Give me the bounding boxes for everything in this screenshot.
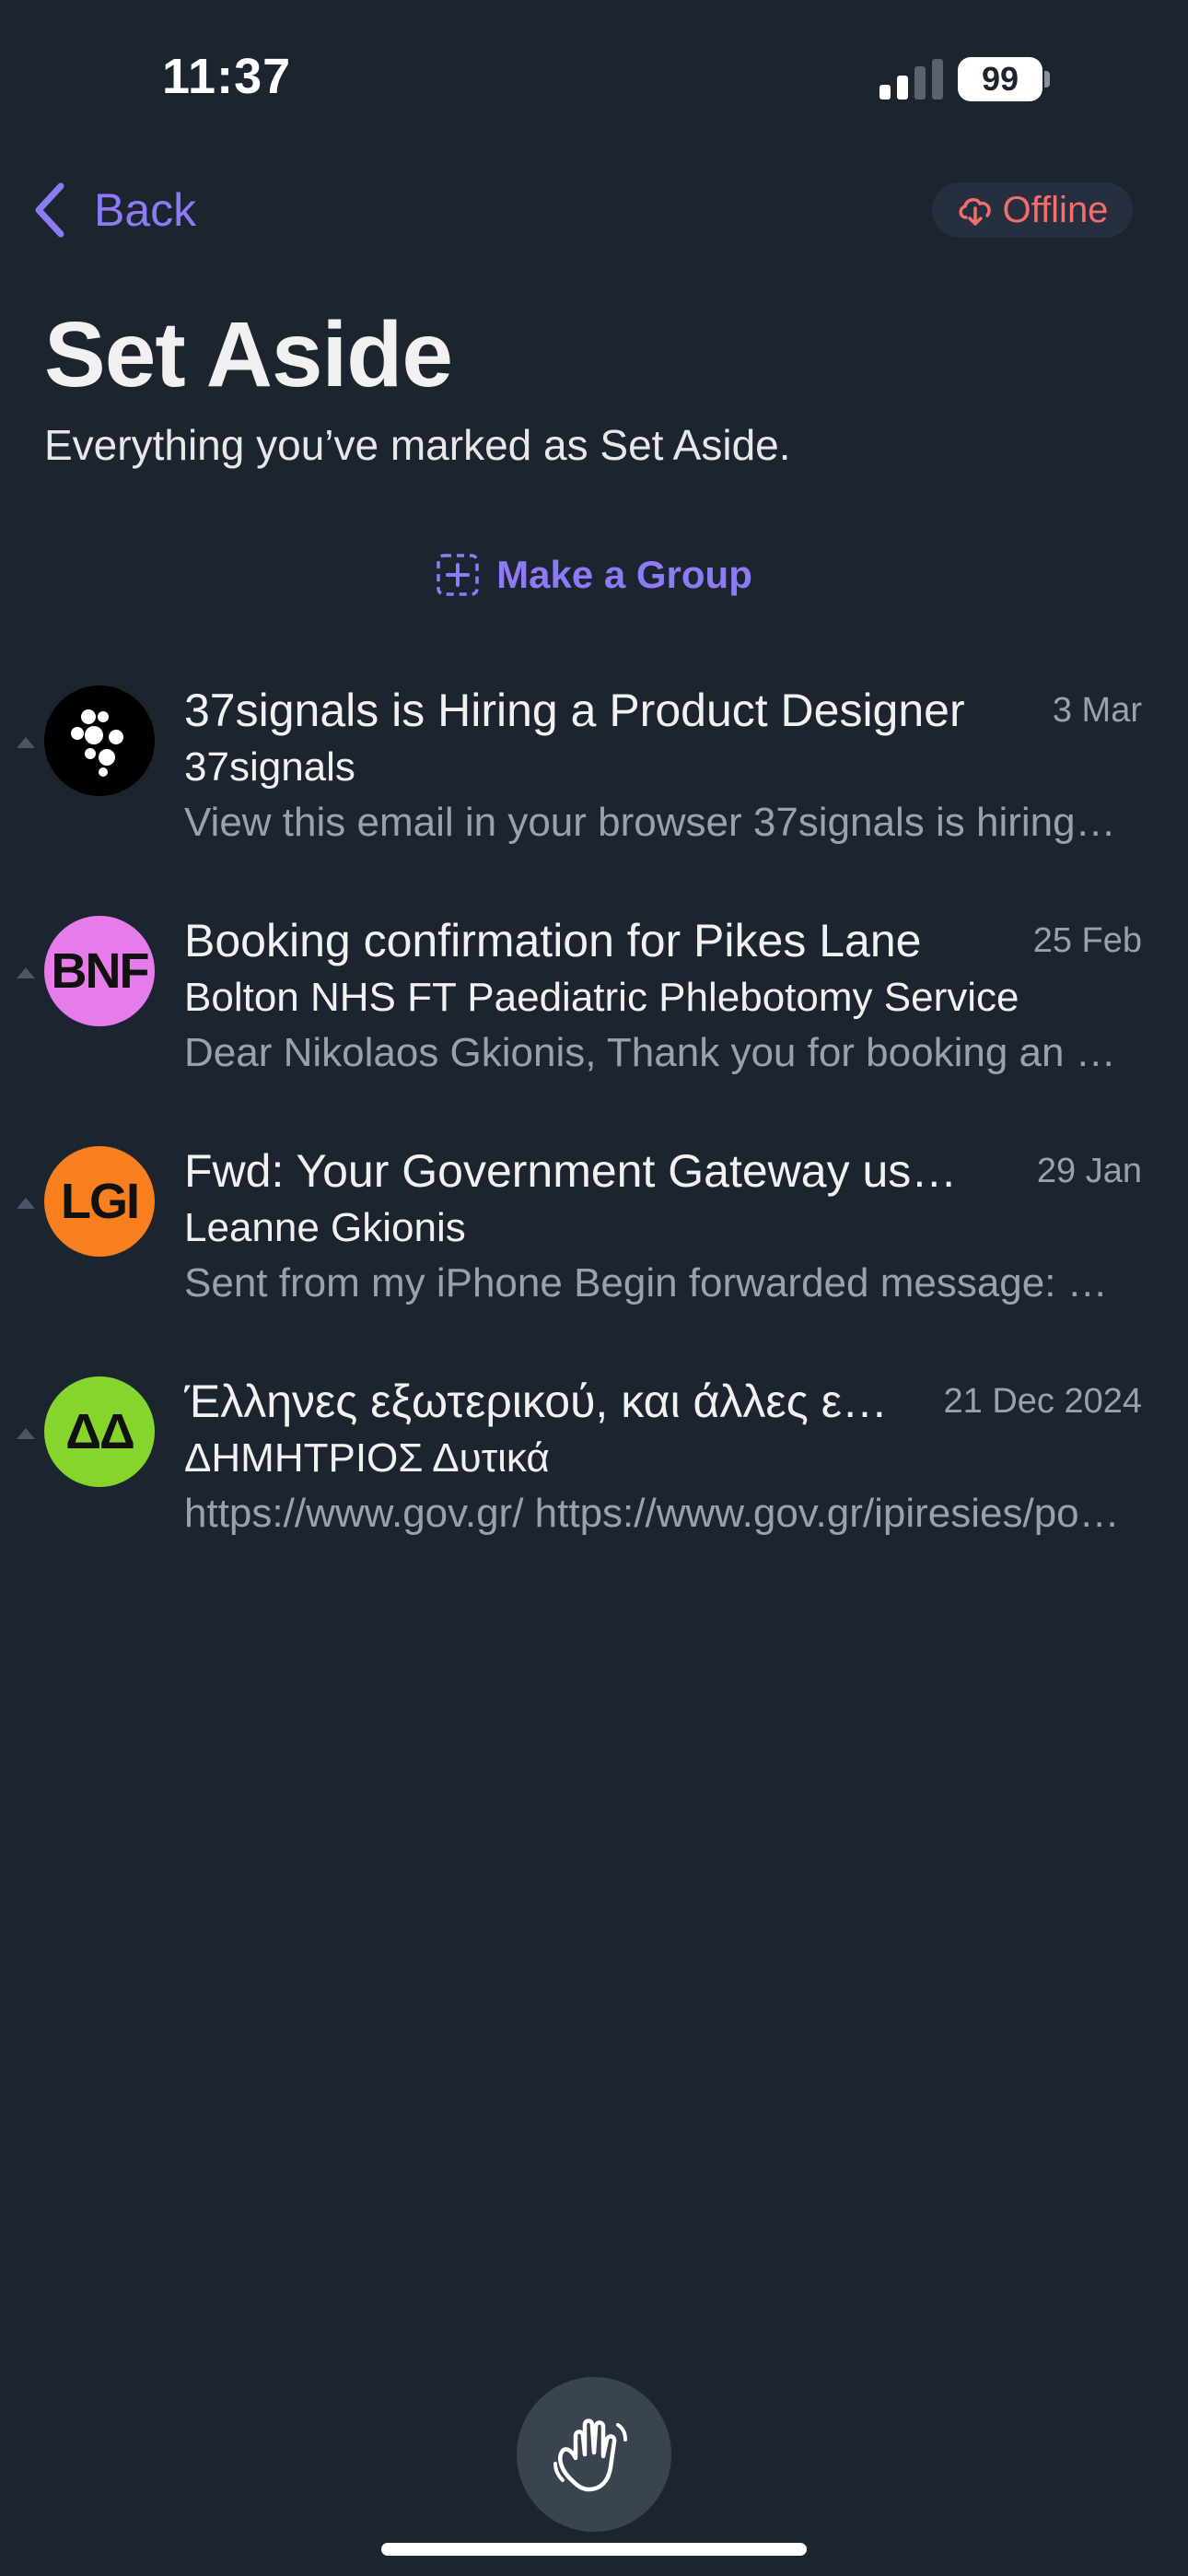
mail-subject: 37signals is Hiring a Product Designer [184, 685, 965, 736]
avatar: LGI [44, 1146, 155, 1257]
mail-date: 29 Jan [1036, 1152, 1142, 1190]
caret-up-icon [17, 1198, 35, 1209]
make-group-button[interactable]: Make a Group [0, 553, 1188, 597]
caret-up-icon [17, 1428, 35, 1439]
avatar [44, 685, 155, 796]
status-time: 11:37 [162, 49, 292, 104]
mail-preview: Dear Nikolaos Gkionis, Thank you for boo… [184, 1030, 1124, 1075]
mail-subject: Fwd: Your Government Gateway user ID [184, 1145, 976, 1197]
signal-icon [879, 59, 943, 100]
mail-date: 3 Mar [1052, 691, 1142, 730]
avatar: ΔΔ [44, 1376, 155, 1487]
wave-button[interactable] [517, 2377, 671, 2532]
mail-date: 25 Feb [1032, 921, 1142, 960]
mail-list: 37signals is Hiring a Product Designer 3… [0, 673, 1188, 1594]
caret-up-icon [17, 967, 35, 978]
make-group-label: Make a Group [496, 553, 752, 596]
page-title: Set Aside [44, 303, 453, 406]
mail-sender: Leanne Gkionis [184, 1205, 466, 1250]
back-button[interactable]: Back [33, 177, 196, 243]
cloud-download-icon [959, 198, 991, 226]
group-add-icon [437, 554, 479, 596]
mail-preview: Sent from my iPhone Begin forwarded mess… [184, 1260, 1124, 1306]
mail-preview: View this email in your browser 37signal… [184, 800, 1124, 845]
mail-date: 21 Dec 2024 [943, 1382, 1143, 1421]
battery-tip [1044, 71, 1050, 88]
offline-badge[interactable]: Offline [932, 182, 1133, 238]
page-subtitle: Everything you’ve marked as Set Aside. [44, 421, 791, 469]
back-label: Back [94, 184, 197, 236]
37signals-logo-icon [71, 709, 123, 777]
mail-sender: ΔΗΜΗΤΡΙΟΣ Δυτικά [184, 1435, 550, 1481]
mail-sender: 37signals [184, 744, 355, 790]
avatar: BNF [44, 916, 155, 1026]
list-item[interactable]: LGI Fwd: Your Government Gateway user ID… [0, 1133, 1188, 1364]
list-item[interactable]: ΔΔ Έλληνες εξωτερικού, και άλλες ενημερώ… [0, 1364, 1188, 1594]
caret-up-icon [17, 737, 35, 748]
mail-sender: Bolton NHS FT Paediatric Phlebotomy Serv… [184, 975, 1019, 1020]
mail-subject: Έλληνες εξωτερικού, και άλλες ενημερώσει… [184, 1376, 893, 1427]
chevron-left-icon [35, 182, 64, 238]
list-item[interactable]: BNF Booking confirmation for Pikes Lane … [0, 903, 1188, 1133]
offline-label: Offline [1002, 189, 1109, 230]
list-item[interactable]: 37signals is Hiring a Product Designer 3… [0, 673, 1188, 903]
home-indicator [381, 2543, 807, 2556]
status-bar: 11:37 99 [0, 0, 1188, 157]
battery-icon: 99 [958, 57, 1042, 101]
waving-hand-icon [553, 2418, 627, 2492]
mail-subject: Booking confirmation for Pikes Lane [184, 915, 922, 966]
mail-preview: https://www.gov.gr/ https://www.gov.gr/i… [184, 1491, 1124, 1536]
